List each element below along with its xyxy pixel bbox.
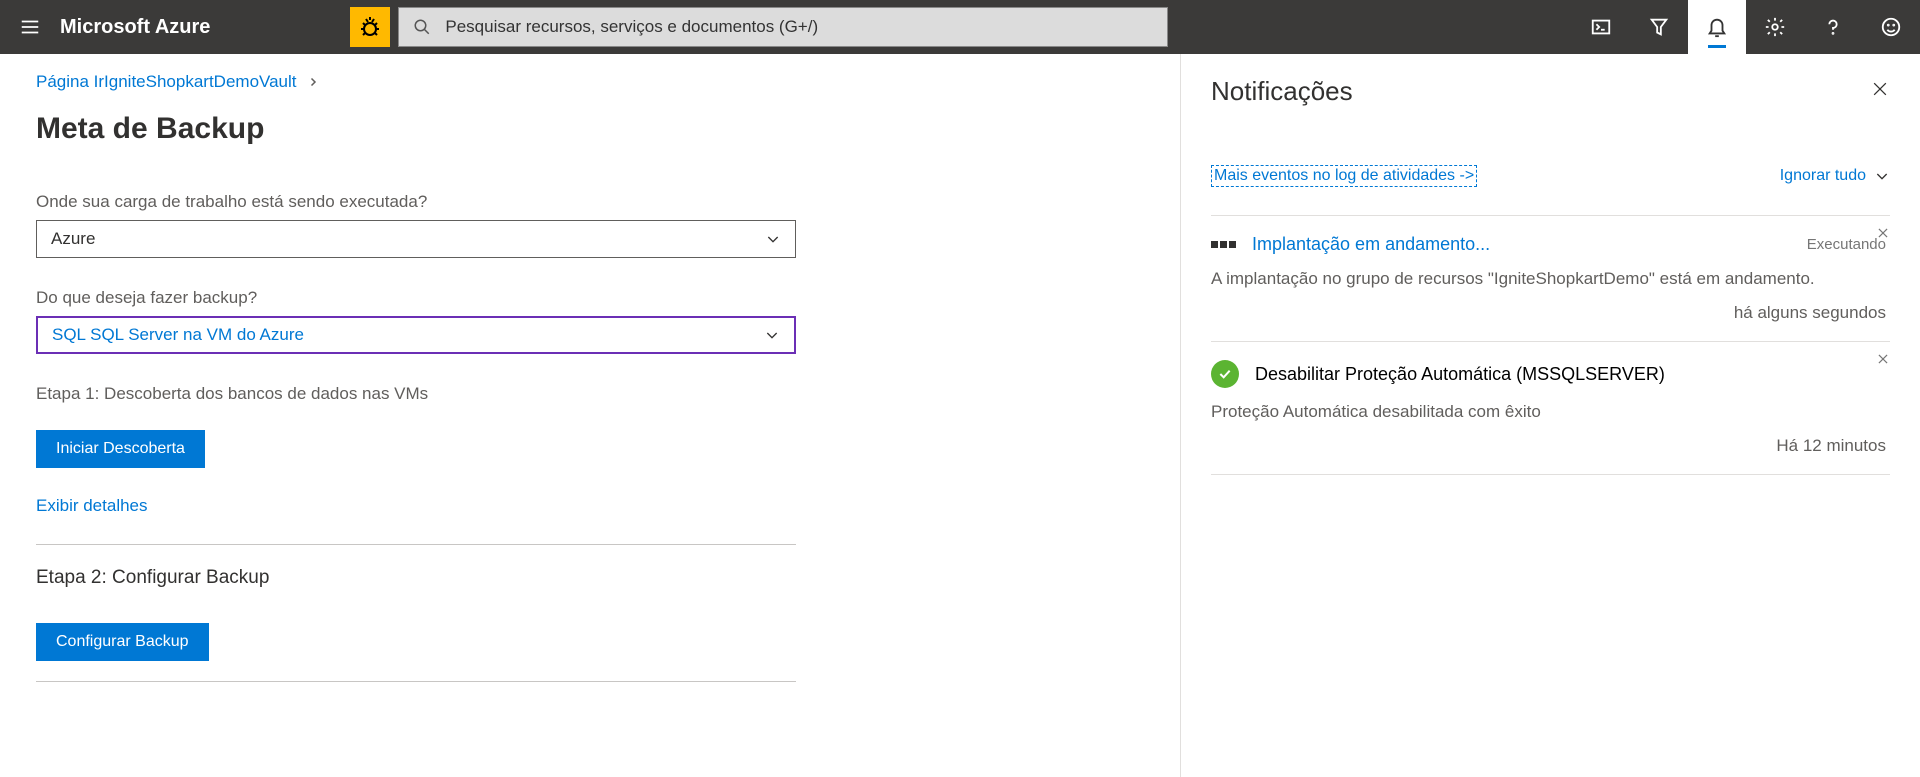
notification-description: A implantação no grupo de recursos "Igni… bbox=[1211, 269, 1886, 289]
divider bbox=[36, 681, 796, 682]
notification-item: Desabilitar Proteção Automática (MSSQLSE… bbox=[1211, 341, 1890, 475]
cloud-shell-icon bbox=[1590, 16, 1612, 38]
notification-item: Implantação em andamento... Executando A… bbox=[1211, 215, 1890, 341]
notifications-panel: Notificações Mais eventos no log de ativ… bbox=[1180, 54, 1920, 777]
backup-dropdown[interactable]: SQL SQL Server na VM do Azure bbox=[36, 316, 796, 354]
workload-value: Azure bbox=[51, 229, 95, 249]
dismiss-notification-button[interactable] bbox=[1876, 226, 1890, 245]
dismiss-all-button[interactable]: Ignorar tudo bbox=[1780, 167, 1890, 185]
chevron-down-icon bbox=[765, 231, 781, 247]
settings-button[interactable] bbox=[1746, 0, 1804, 54]
step1-label: Etapa 1: Descoberta dos bancos de dados … bbox=[36, 384, 1144, 404]
feedback-icon bbox=[1880, 16, 1902, 38]
start-discovery-button[interactable]: Iniciar Descoberta bbox=[36, 430, 205, 468]
divider bbox=[36, 544, 796, 545]
close-panel-button[interactable] bbox=[1870, 79, 1890, 104]
step2-label: Etapa 2: Configurar Backup bbox=[36, 567, 1144, 589]
search-bar[interactable] bbox=[398, 7, 1168, 47]
notification-title: Desabilitar Proteção Automática (MSSQLSE… bbox=[1255, 364, 1886, 385]
preview-badge[interactable] bbox=[350, 7, 390, 47]
breadcrumb: Página IrIgniteShopkartDemoVault bbox=[36, 72, 1144, 92]
help-icon bbox=[1822, 16, 1844, 38]
cloud-shell-button[interactable] bbox=[1572, 0, 1630, 54]
gear-icon bbox=[1764, 16, 1786, 38]
hamburger-icon bbox=[19, 16, 41, 38]
backup-label: Do que deseja fazer backup? bbox=[36, 288, 1144, 308]
chevron-right-icon bbox=[307, 76, 319, 88]
bug-icon bbox=[358, 15, 382, 39]
notifications-title: Notificações bbox=[1211, 76, 1353, 107]
view-details-link[interactable]: Exibir detalhes bbox=[36, 496, 148, 516]
notification-title-link[interactable]: Implantação em andamento... bbox=[1252, 234, 1791, 255]
help-button[interactable] bbox=[1804, 0, 1862, 54]
success-icon bbox=[1211, 360, 1239, 388]
menu-toggle[interactable] bbox=[0, 0, 60, 54]
notification-status: Executando bbox=[1807, 236, 1886, 253]
top-header: Microsoft Azure bbox=[0, 0, 1920, 54]
close-icon bbox=[1870, 79, 1890, 99]
filter-button[interactable] bbox=[1630, 0, 1688, 54]
workload-label: Onde sua carga de trabalho está sendo ex… bbox=[36, 192, 1144, 212]
progress-icon bbox=[1211, 241, 1236, 248]
notifications-button[interactable] bbox=[1688, 0, 1746, 54]
chevron-down-icon bbox=[764, 327, 780, 343]
header-icons bbox=[1572, 0, 1920, 54]
notification-time: há alguns segundos bbox=[1211, 303, 1886, 323]
search-icon bbox=[413, 18, 431, 36]
close-icon bbox=[1876, 352, 1890, 366]
notifications-header: Notificações bbox=[1211, 76, 1890, 107]
content-area: Página IrIgniteShopkartDemoVault Meta de… bbox=[0, 54, 1180, 777]
page-title: Meta de Backup bbox=[36, 112, 1144, 146]
bell-icon bbox=[1706, 16, 1728, 38]
configure-backup-button[interactable]: Configurar Backup bbox=[36, 623, 209, 661]
notification-description: Proteção Automática desabilitada com êxi… bbox=[1211, 402, 1886, 422]
workload-dropdown[interactable]: Azure bbox=[36, 220, 796, 258]
filter-icon bbox=[1648, 16, 1670, 38]
activity-log-link[interactable]: Mais eventos no log de atividades -> bbox=[1211, 165, 1477, 187]
dismiss-all-label: Ignorar tudo bbox=[1780, 167, 1866, 185]
dismiss-notification-button[interactable] bbox=[1876, 352, 1890, 371]
notifications-toolbar: Mais eventos no log de atividades -> Ign… bbox=[1211, 165, 1890, 187]
brand-label[interactable]: Microsoft Azure bbox=[60, 16, 250, 39]
breadcrumb-link[interactable]: Página IrIgniteShopkartDemoVault bbox=[36, 72, 297, 92]
backup-value: SQL SQL Server na VM do Azure bbox=[52, 325, 304, 345]
close-icon bbox=[1876, 226, 1890, 240]
main-wrapper: Página IrIgniteShopkartDemoVault Meta de… bbox=[0, 54, 1920, 777]
chevron-down-icon bbox=[1874, 168, 1890, 184]
feedback-button[interactable] bbox=[1862, 0, 1920, 54]
notification-time: Há 12 minutos bbox=[1211, 436, 1886, 456]
search-input[interactable] bbox=[445, 17, 1153, 37]
